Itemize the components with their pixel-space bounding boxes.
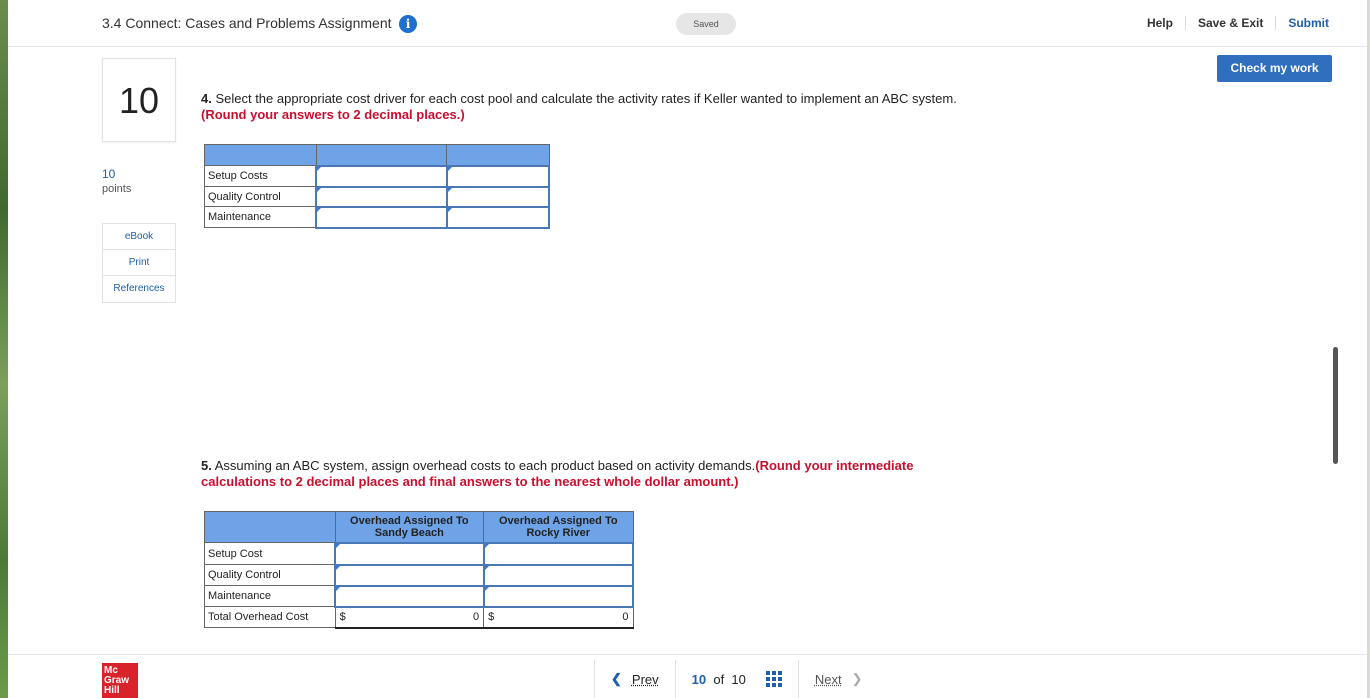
row-label: Maintenance [204,585,336,607]
table-row: Maintenance [204,205,551,229]
info-icon[interactable]: i [399,15,417,33]
cost-driver-dropdown[interactable] [315,205,448,229]
references-link[interactable]: References [103,276,175,302]
total-questions: 10 [731,671,746,687]
activity-rate-dropdown[interactable] [445,185,551,208]
background-edge [0,0,8,698]
current-question: 10 [691,671,707,687]
save-exit-link[interactable]: Save & Exit [1184,16,1275,30]
rocky-river-input[interactable] [482,563,635,587]
points-value: 10 [102,167,116,181]
part4-note: (Round your answers to 2 decimal places.… [201,107,465,122]
row-label: Setup Costs [204,165,317,187]
part4-prompt: 4. Select the appropriate cost driver fo… [201,91,957,123]
scrollbar[interactable] [1333,347,1338,464]
grid-icon [765,671,782,687]
prev-label: Prev [631,671,659,687]
table-header-cell [204,511,336,543]
table-header-cell [446,144,550,166]
part5-number: 5. [201,458,212,473]
total-sandy-beach: $0 [334,606,485,629]
table-row: Setup Costs [204,164,551,188]
top-bar: 3.4 Connect: Cases and Problems Assignme… [8,0,1367,47]
col-header-rocky-river: Overhead Assigned To Rocky River [483,511,634,543]
points-label: points [102,183,132,195]
mcgraw-hill-logo: Mc Graw Hill [102,663,138,698]
ebook-link[interactable]: eBook [103,224,175,250]
resource-links: eBook Print References [102,223,176,303]
currency-symbol: $ [339,611,346,623]
part5-text: Assuming an ABC system, assign overhead … [211,458,756,473]
cost-driver-dropdown[interactable] [315,164,448,188]
sandy-beach-input[interactable] [334,541,485,566]
rocky-river-input[interactable] [482,541,635,566]
table-row: Maintenance [204,584,635,608]
assignment-title: 3.4 Connect: Cases and Problems Assignme… [102,15,392,31]
overhead-assignment-table: Overhead Assigned To Sandy Beach Overhea… [204,511,635,629]
table-header-cell [315,144,448,166]
chevron-left-icon: ❮ [611,671,622,686]
top-links: Help Save & Exit Submit [1135,16,1341,30]
total-rocky-value: 0 [622,611,629,623]
col-header-sandy-beach: Overhead Assigned To Sandy Beach [334,511,485,543]
total-sandy-value: 0 [472,611,480,623]
row-label: Maintenance [204,206,317,228]
print-link[interactable]: Print [103,250,175,276]
logo-line: Hill [104,685,120,696]
prev-button[interactable]: ❮ Prev [594,660,675,698]
table-header-cell [204,144,317,166]
activity-rate-dropdown[interactable] [445,205,551,229]
chevron-right-icon: ❯ [851,671,863,686]
table-row: Setup Cost [204,541,635,566]
check-my-work-button[interactable]: Check my work [1217,55,1332,82]
cost-driver-dropdown[interactable] [315,185,448,208]
submit-link[interactable]: Submit [1275,16,1341,30]
table-row: Quality Control [204,185,551,208]
saved-status-badge: Saved [676,13,736,35]
row-label: Quality Control [204,186,317,207]
part5-prompt: 5. Assuming an ABC system, assign overhe… [201,458,991,490]
table-row-total: Total Overhead Cost $0 $0 [204,606,634,629]
sandy-beach-input[interactable] [334,563,485,587]
help-link[interactable]: Help [1135,16,1185,30]
activity-rate-dropdown[interactable] [445,164,551,188]
row-label: Setup Cost [204,542,336,565]
next-label: Next [814,671,842,687]
table-row: Quality Control [204,563,635,587]
rocky-river-input[interactable] [482,584,635,608]
row-label: Total Overhead Cost [204,606,336,628]
next-button[interactable]: Next ❯ [797,660,879,698]
activity-rate-table: Setup Costs Quality Control Maintenance [204,144,551,229]
row-label: Quality Control [204,564,336,586]
part4-text: Select the appropriate cost driver for e… [211,91,957,106]
question-number: 10 [102,58,176,142]
currency-symbol: $ [488,611,495,623]
question-pager: ❮ Prev 10 of 10 Next ❯ [594,660,879,698]
question-selector[interactable]: 10 of 10 [674,660,798,698]
part4-number: 4. [201,91,212,106]
of-label: of [713,671,725,687]
total-rocky-river: $0 [483,606,634,629]
sandy-beach-input[interactable] [334,584,485,608]
